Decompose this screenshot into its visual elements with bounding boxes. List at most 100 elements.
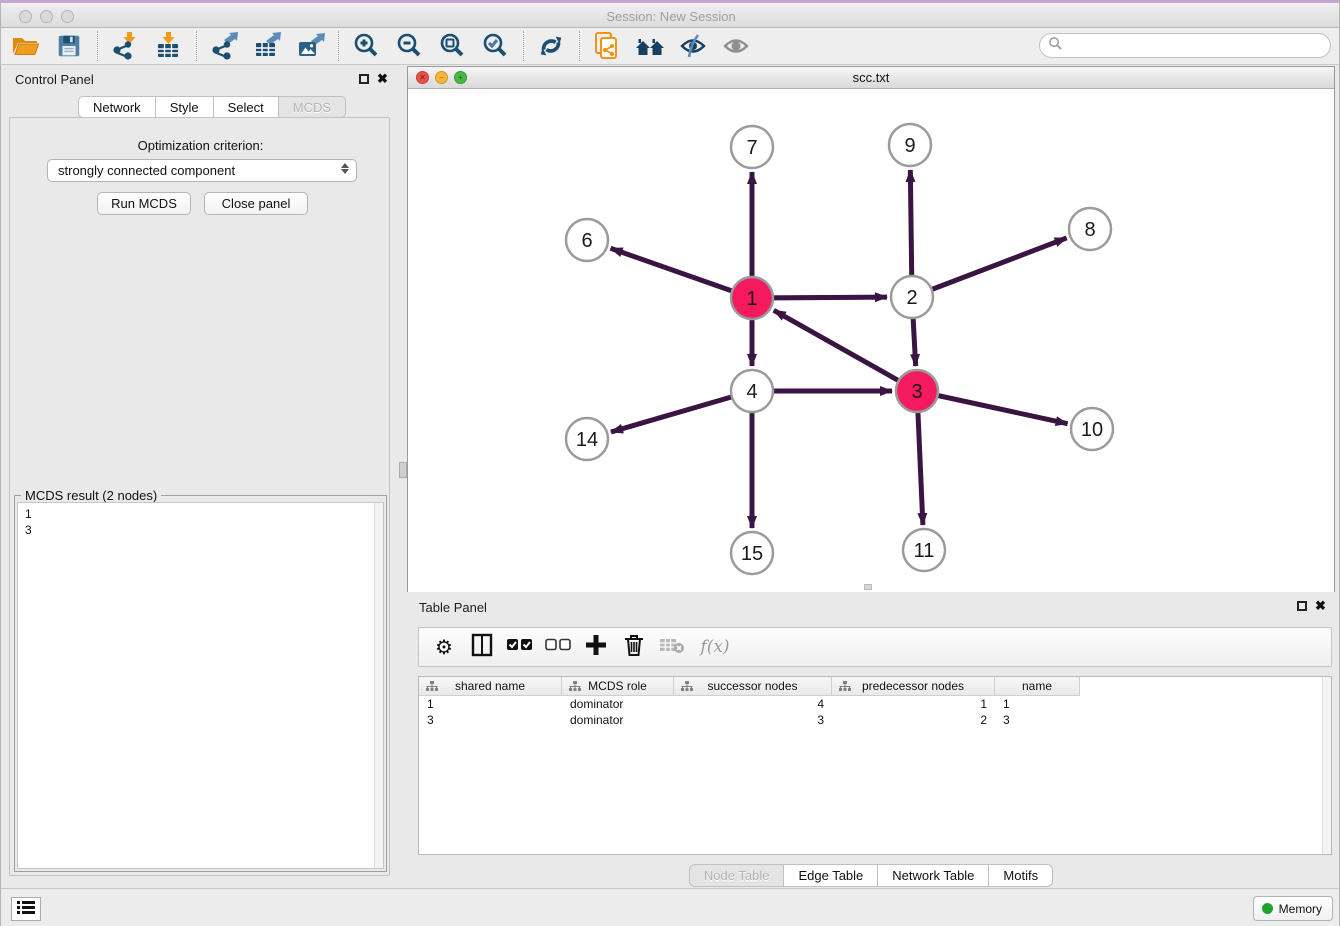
column-header-predecessor-nodes[interactable]: predecessor nodes [832,677,995,696]
deselect-all-button[interactable] [543,633,573,661]
close-panel-icon[interactable]: ✖ [377,74,388,84]
mcds-result-line: 3 [25,522,383,538]
graph-edge-3-10[interactable] [917,391,1068,424]
graph-node-label-10: 10 [1081,419,1103,441]
search-icon [1048,36,1063,56]
show-details-button[interactable] [719,30,753,62]
scrollbar[interactable] [374,503,383,868]
import-table-button[interactable] [151,30,185,62]
function-builder-button[interactable]: f(x) [695,633,735,661]
maximize-view-button[interactable]: + [454,71,467,84]
table-cell[interactable]: 1 [995,696,1080,712]
table-cell[interactable]: 3 [419,712,562,728]
tab-node-table[interactable]: Node Table [689,864,784,887]
mcds-result-group: MCDS result (2 nodes) 13 [14,495,387,872]
column-header-shared-name[interactable]: shared name [419,677,562,696]
select-all-button[interactable] [505,633,535,661]
select-stepper-icon [341,163,349,174]
optimization-criterion-select[interactable]: strongly connected component [47,159,357,182]
graph-edge-3-1[interactable] [774,310,917,391]
table-cell[interactable]: 1 [832,696,995,712]
table-cell[interactable]: 1 [419,696,562,712]
window-resize-handle[interactable] [864,584,872,590]
tab-select[interactable]: Select [213,96,278,118]
import-network-button[interactable] [108,30,142,62]
mcds-result-title: MCDS result (2 nodes) [21,488,161,503]
search-input[interactable] [1063,36,1330,56]
zoom-out-button[interactable] [392,30,426,62]
add-column-button[interactable] [581,633,611,661]
open-session-button[interactable] [9,30,43,62]
toolbar-separator [338,31,339,61]
column-label: name [1022,679,1052,693]
scrollbar[interactable] [1322,677,1331,854]
tab-style[interactable]: Style [155,96,213,118]
run-mcds-button[interactable]: Run MCDS [97,192,191,215]
clone-network-button[interactable] [590,30,624,62]
tab-motifs[interactable]: Motifs [988,864,1053,887]
table-header: shared name MCDS role successor nodes prede… [419,677,1331,696]
save-session-button[interactable] [52,30,86,62]
table-cell[interactable]: 3 [995,712,1080,728]
memory-button[interactable]: Memory [1253,896,1333,921]
minimize-view-button[interactable]: – [435,71,448,84]
checked-boxes-icon [507,638,533,657]
graph-node-label-3: 3 [911,381,922,403]
graph-edge-1-6[interactable] [611,248,752,298]
export-network-button[interactable] [207,30,241,62]
column-header-successor-nodes[interactable]: successor nodes [674,677,832,696]
zoom-fit-button[interactable] [435,30,469,62]
column-label: MCDS role [588,679,647,693]
window-titlebar: Session: New Session [1,0,1340,28]
graph-edge-2-8[interactable] [912,238,1067,297]
tab-mcds[interactable]: MCDS [278,96,346,118]
control-panel-title: Control Panel [15,72,94,87]
graph-node-label-6: 6 [581,230,592,252]
toolbar-separator [579,31,580,61]
table-cell[interactable]: dominator [562,696,674,712]
network-view-window: scc.txt ✕ – + 1234678910111415 [407,66,1335,592]
refresh-button[interactable] [534,30,568,62]
table-row[interactable]: 3dominator323 [419,712,1331,728]
column-header-name[interactable]: name [995,677,1080,696]
column-label: predecessor nodes [862,679,964,693]
mcds-result-text[interactable]: 13 [17,502,384,869]
float-panel-icon[interactable] [359,74,369,84]
zoom-in-button[interactable] [349,30,383,62]
window-title: Session: New Session [1,9,1340,24]
close-panel-icon[interactable]: ✖ [1315,601,1326,611]
toggle-column-view-button[interactable] [467,633,497,661]
table-cell[interactable]: dominator [562,712,674,728]
tab-network[interactable]: Network [78,96,155,118]
table-settings-button[interactable]: ⚙ [429,633,459,661]
delete-column-button[interactable] [619,633,649,661]
close-view-button[interactable]: ✕ [416,71,429,84]
graph-node-label-2: 2 [906,287,917,309]
zoom-in-icon [351,31,381,61]
hide-details-button[interactable] [676,30,710,62]
column-type-icon [681,681,693,695]
table-cell[interactable]: 4 [674,696,832,712]
export-table-button[interactable] [250,30,284,62]
list-icon [17,900,35,919]
table-cell[interactable]: 3 [674,712,832,728]
export-image-button[interactable] [293,30,327,62]
float-panel-icon[interactable] [1297,601,1307,611]
zoom-out-icon [394,31,424,61]
zoom-selected-button[interactable] [478,30,512,62]
optimization-criterion-label: Optimization criterion: [10,138,391,153]
graph-node-label-1: 1 [746,288,757,310]
tab-network-table[interactable]: Network Table [877,864,988,887]
home-layout-button[interactable] [633,30,667,62]
panel-splitter-handle[interactable] [399,462,407,478]
tab-edge-table[interactable]: Edge Table [783,864,877,887]
table-cell[interactable]: 2 [832,712,995,728]
table-row[interactable]: 1dominator411 [419,696,1331,712]
delete-table-button[interactable] [657,633,687,661]
close-panel-button[interactable]: Close panel [204,192,308,215]
column-header-MCDS-role[interactable]: MCDS role [562,677,674,696]
criterion-value: strongly connected component [58,163,235,178]
network-canvas[interactable]: 1234678910111415 [408,89,1334,592]
task-history-button[interactable] [11,897,41,921]
search-field[interactable] [1039,33,1331,58]
